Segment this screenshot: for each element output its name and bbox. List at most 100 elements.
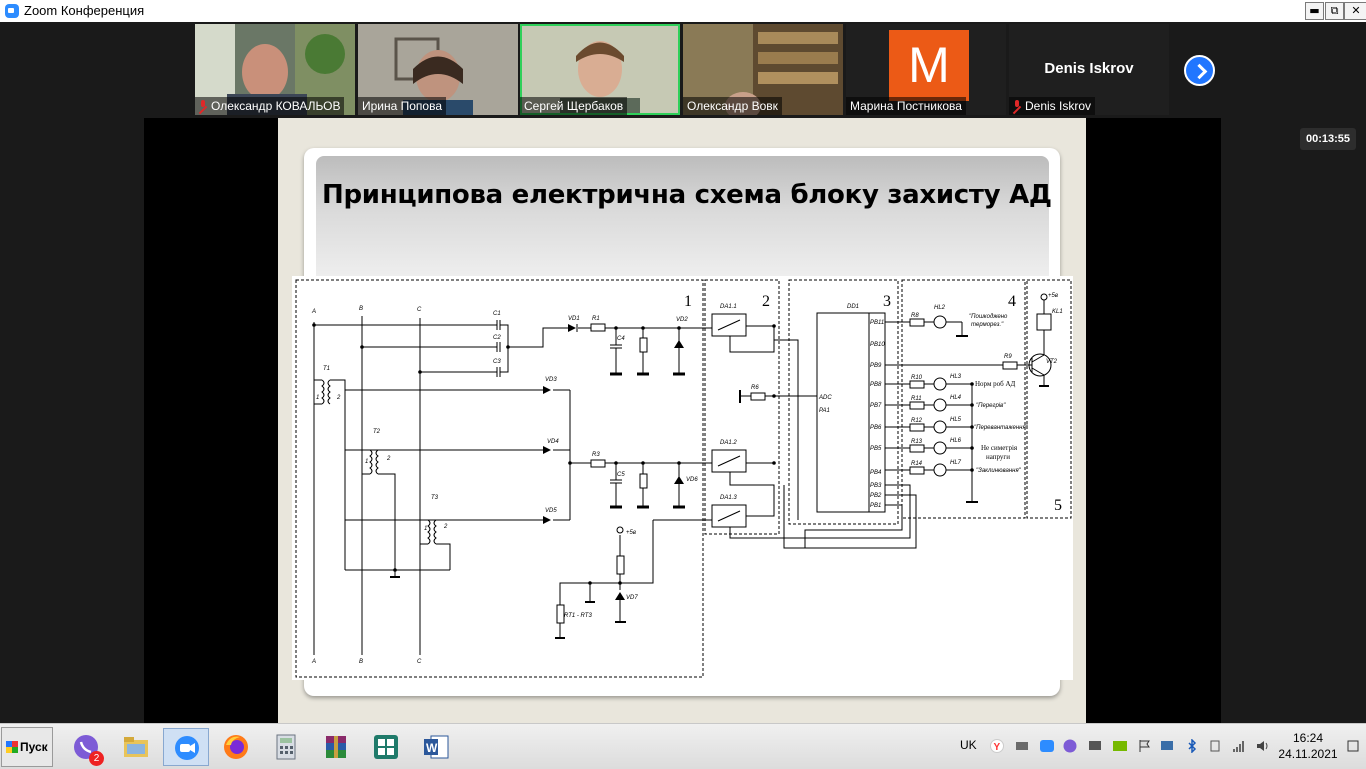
participant-name: Олександр Вовк — [687, 99, 778, 113]
phase-label: A — [311, 309, 316, 315]
participant-name: Сергей Щербаков — [524, 99, 624, 113]
phase-label: A — [311, 659, 316, 665]
component-label: 2 — [386, 456, 391, 462]
component-label: 1 — [424, 526, 427, 532]
component-label: +5в — [1048, 293, 1058, 299]
svg-text:W: W — [426, 741, 438, 755]
yandex-icon[interactable]: Y — [990, 739, 1004, 753]
pin-label: PB10 — [870, 342, 885, 348]
phase-label: B — [359, 306, 363, 312]
component-label: VD2 — [676, 317, 688, 323]
volume-icon[interactable] — [1256, 739, 1270, 753]
meeting-timer: 00:13:55 — [1300, 128, 1356, 150]
close-button[interactable]: ✕ — [1344, 2, 1366, 20]
bluetooth-icon[interactable] — [1185, 739, 1199, 753]
window-title: Zoom Конференция — [24, 3, 145, 18]
pin-label: PB8 — [870, 382, 882, 388]
nvidia-tray-icon[interactable] — [1113, 739, 1127, 753]
taskbar-winrar[interactable] — [313, 728, 359, 766]
window-titlebar: Zoom Конференция ▬ ⧉ ✕ — [0, 0, 1366, 23]
taskbar-app[interactable] — [363, 728, 409, 766]
component-label: RT1 - RT3 — [564, 613, 592, 619]
maximize-button[interactable]: ⧉ — [1325, 2, 1344, 20]
component-label: R11 — [911, 396, 922, 402]
block-number: 5 — [1054, 497, 1062, 514]
taskbar-calculator[interactable] — [263, 728, 309, 766]
windows-taskbar: Пуск 2 W UK Y 16:24 24.11.2021 — [0, 723, 1366, 769]
component-label: C3 — [493, 359, 501, 365]
component-label: HL5 — [950, 417, 962, 423]
participant-name: Ирина Попова — [362, 99, 443, 113]
participant-tile[interactable]: Denis Iskrov Denis Iskrov — [1009, 24, 1169, 115]
component-label: VD6 — [686, 477, 698, 483]
pin-label: PB3 — [870, 483, 882, 489]
zoom-logo-icon — [5, 4, 19, 18]
component-label: R10 — [911, 375, 923, 381]
component-label: C2 — [493, 335, 501, 341]
component-label: +5в — [626, 530, 636, 536]
muted-mic-icon — [199, 100, 207, 111]
component-label: T2 — [373, 429, 381, 435]
language-indicator[interactable]: UK — [960, 738, 977, 752]
calculator-icon — [276, 734, 296, 760]
component-label: HL7 — [950, 460, 962, 466]
word-icon: W — [424, 735, 449, 759]
indicator-text: "Пошкоджено — [969, 314, 1008, 320]
system-clock[interactable]: 16:24 24.11.2021 — [1276, 730, 1340, 762]
minimize-button[interactable]: ▬ — [1305, 2, 1324, 20]
component-label: R14 — [911, 461, 923, 467]
next-page-arrow-icon[interactable] — [1184, 55, 1215, 86]
indicator-text: Норм роб АД — [975, 380, 1015, 388]
component-label: T3 — [431, 495, 439, 501]
signal-icon[interactable] — [1232, 739, 1246, 753]
participant-name: Олександр КОВАЛЬОВ — [211, 99, 341, 113]
usb-tray-icon[interactable] — [1208, 739, 1222, 753]
block-number: 4 — [1008, 293, 1016, 310]
component-label: VD5 — [545, 508, 557, 514]
participant-tile[interactable]: Олександр КОВАЛЬОВ — [195, 24, 355, 115]
component-label: HL6 — [950, 438, 962, 444]
display-tray-icon[interactable] — [1160, 739, 1174, 753]
zoom-tray-icon[interactable] — [1040, 739, 1054, 753]
folder-icon — [124, 737, 148, 757]
clock-time: 16:24 — [1292, 731, 1324, 745]
start-label: Пуск — [20, 740, 48, 754]
taskbar-firefox[interactable] — [213, 728, 259, 766]
component-label: R6 — [751, 385, 759, 391]
pin-label: PB2 — [870, 493, 882, 499]
monitor-tray-icon[interactable] — [1088, 739, 1102, 753]
firefox-icon — [224, 735, 248, 759]
participant-tile[interactable]: M Марина Постникова — [846, 24, 1006, 115]
block-2-frame — [704, 279, 780, 535]
block-3-frame — [788, 279, 899, 525]
pin-label: PB7 — [870, 403, 882, 409]
taskbar-explorer[interactable] — [113, 728, 159, 766]
taskbar-word[interactable]: W — [413, 728, 459, 766]
network-tray-icon[interactable] — [1015, 739, 1029, 753]
component-label: R13 — [911, 439, 923, 445]
participant-tile-active[interactable]: Сергей Щербаков — [520, 24, 680, 115]
participant-tile[interactable]: Ирина Попова — [358, 24, 518, 115]
viber-tray-icon[interactable] — [1063, 739, 1077, 753]
svg-text:Y: Y — [994, 742, 1001, 753]
component-label: DD1 — [847, 304, 859, 310]
notifications-icon[interactable] — [1346, 739, 1360, 753]
component-label: HL4 — [950, 395, 962, 401]
block-5-frame — [1026, 279, 1072, 519]
flag-tray-icon[interactable] — [1138, 739, 1152, 753]
component-label: R8 — [911, 313, 919, 319]
start-button[interactable]: Пуск — [1, 727, 53, 767]
muted-mic-icon — [1013, 100, 1021, 111]
component-label: HL3 — [950, 374, 962, 380]
taskbar-viber[interactable]: 2 — [63, 728, 109, 766]
indicator-text: Не симетрія — [981, 444, 1018, 452]
taskbar-zoom[interactable] — [163, 728, 209, 766]
phase-label: C — [417, 659, 422, 665]
participant-tile[interactable]: Олександр Вовк — [683, 24, 843, 115]
component-label: C5 — [617, 472, 625, 478]
component-label: KL1 — [1052, 309, 1063, 315]
pin-label: PB9 — [870, 363, 882, 369]
participant-avatar: M — [889, 30, 969, 101]
block-number: 1 — [684, 293, 692, 310]
component-label: VD1 — [568, 316, 580, 322]
